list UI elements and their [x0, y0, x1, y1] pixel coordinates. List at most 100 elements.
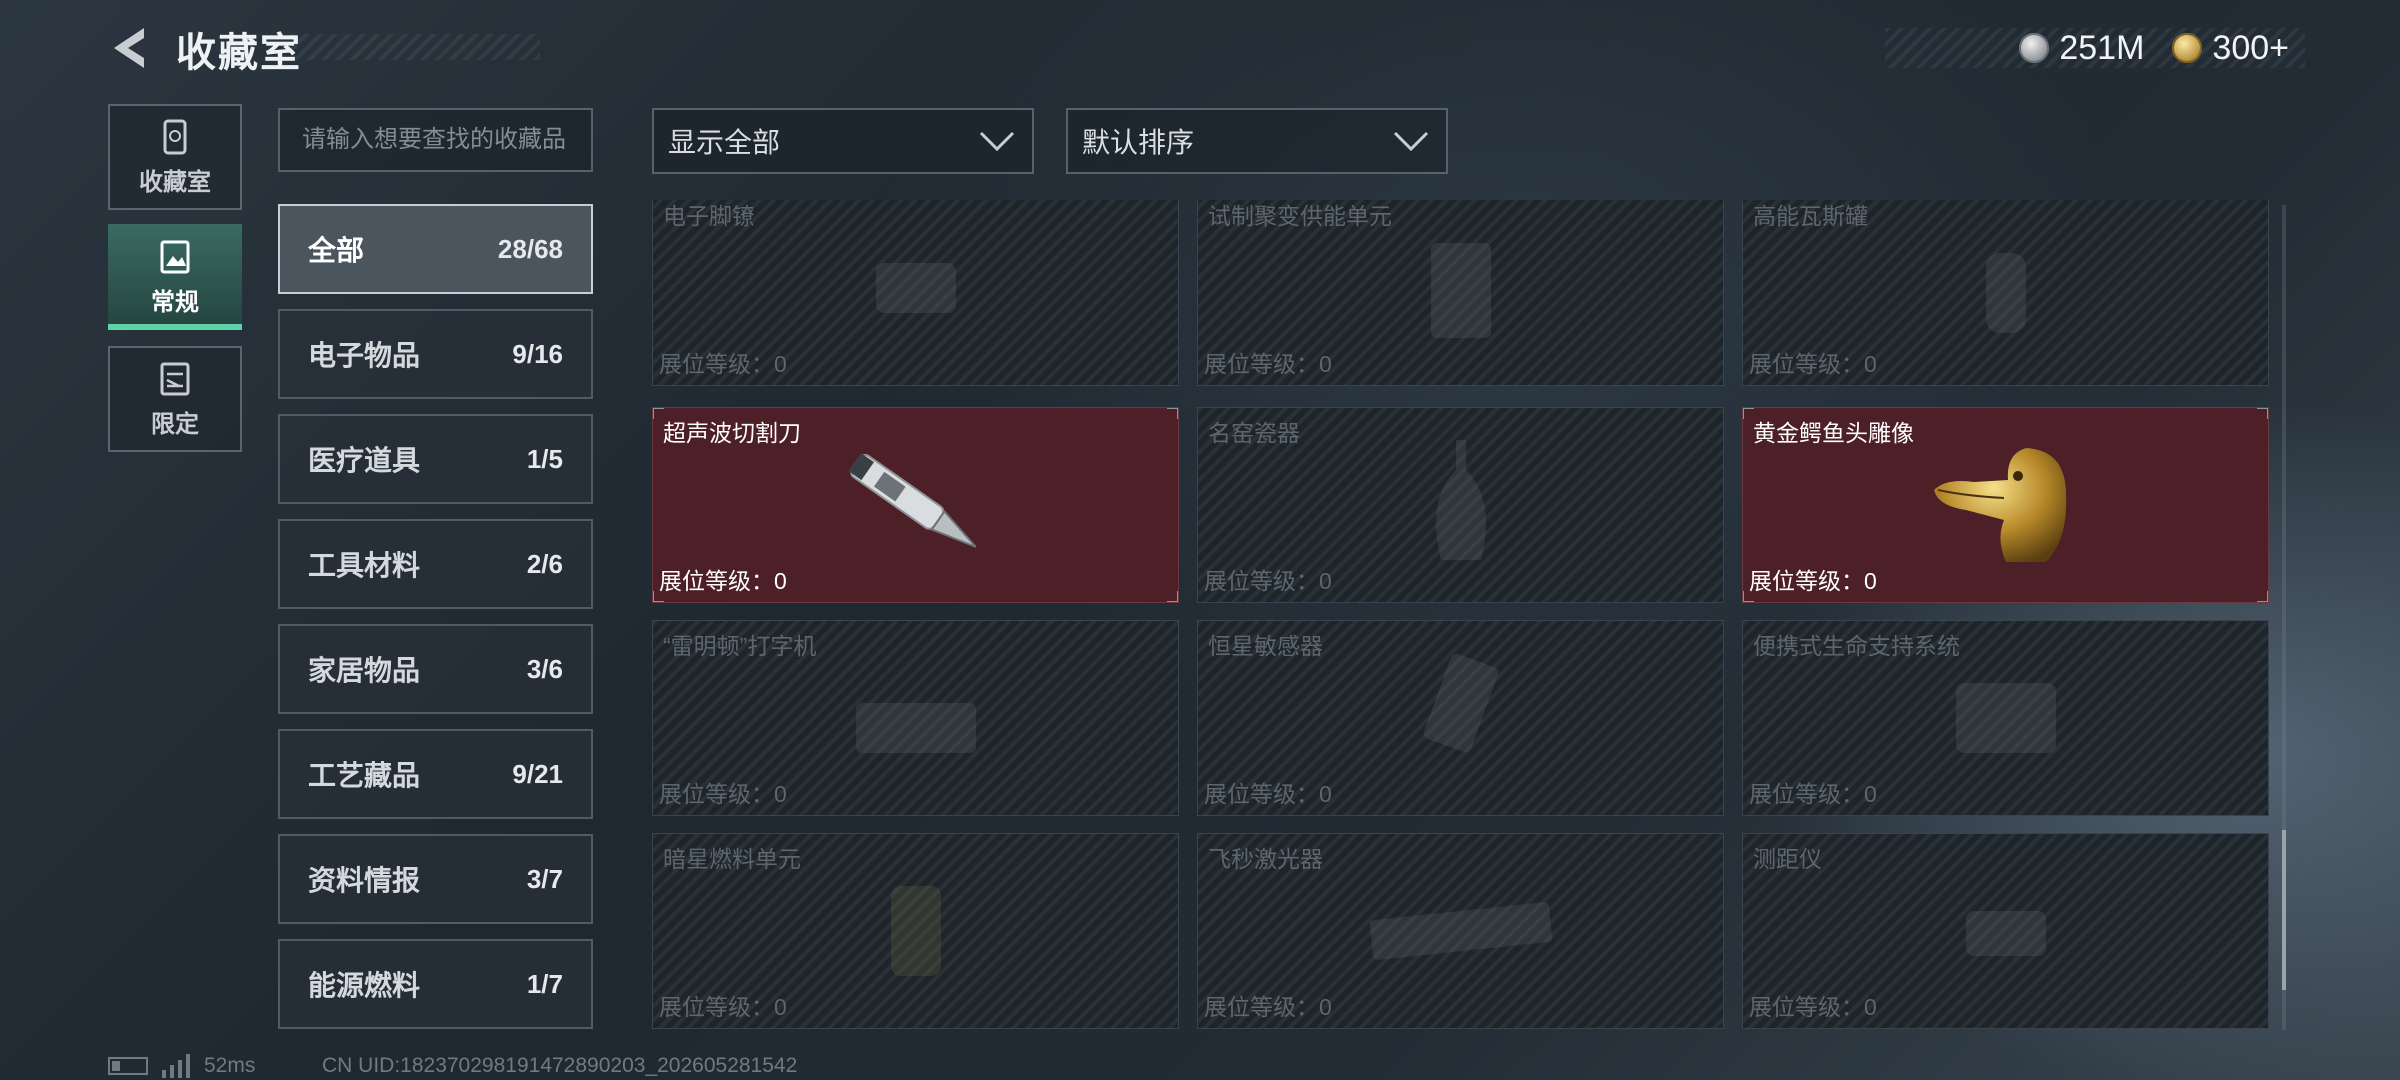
category-intel[interactable]: 资料情报 3/7	[278, 834, 593, 924]
electronic-shackle-icon	[875, 263, 956, 313]
category-electronics[interactable]: 电子物品 9/16	[278, 309, 593, 399]
gold-currency-value: 300+	[2212, 28, 2289, 67]
category-count: 28/68	[497, 233, 563, 264]
fusion-power-unit-icon	[1430, 243, 1491, 338]
porcelain-vase-icon	[1435, 440, 1486, 560]
typewriter-icon	[855, 703, 976, 753]
item-name: 便携式生命支持系统	[1753, 633, 1960, 659]
battery-icon	[108, 1057, 148, 1075]
sort-dropdown[interactable]: 默认排序	[1066, 108, 1448, 174]
ping-value: 52ms	[204, 1054, 256, 1077]
category-name: 全部	[308, 235, 365, 266]
item-level: 展位等级：0	[659, 994, 787, 1020]
category-count: 1/5	[526, 443, 563, 474]
item-level: 展位等级：0	[1749, 351, 1877, 377]
nav-label: 收藏室	[139, 168, 211, 196]
show-filter-value: 显示全部	[668, 127, 781, 158]
category-name: 电子物品	[308, 340, 421, 371]
chevron-down-icon	[1393, 131, 1429, 152]
scrollbar-thumb[interactable]	[2282, 830, 2286, 990]
category-name: 工具材料	[308, 550, 421, 581]
item-level: 展位等级：0	[1749, 568, 1877, 594]
category-crafts[interactable]: 工艺藏品 9/21	[278, 729, 593, 819]
item-name: 电子脚镣	[663, 203, 755, 229]
collectible-card-owned[interactable]: 黄金鳄鱼头雕像 展位等级：0	[1742, 407, 2269, 603]
collectible-card[interactable]: 高能瓦斯罐 展位等级：0	[1742, 200, 2269, 386]
item-name: 高能瓦斯罐	[1753, 203, 1868, 229]
user-uid: CN UID:18237029819147289020​3_2026052815…	[322, 1054, 798, 1077]
category-count: 2/6	[526, 548, 563, 579]
item-level: 展位等级：0	[1204, 781, 1332, 807]
item-name: 试制聚变供能单元	[1208, 203, 1392, 229]
nav-collection-room[interactable]: 收藏室	[108, 104, 242, 210]
page-title: 收藏室	[176, 31, 302, 75]
dark-star-fuel-cell-icon	[890, 886, 941, 976]
collectible-card-owned[interactable]: 超声波切割刀 展位等级：0	[652, 407, 1179, 603]
category-count: 9/21	[512, 758, 563, 789]
item-name: 超声波切割刀	[663, 420, 801, 446]
category-name: 工艺藏品	[308, 760, 421, 791]
item-name: 恒星敏感器	[1208, 633, 1323, 659]
item-name: 测距仪	[1753, 846, 1822, 872]
category-count: 3/6	[526, 653, 563, 684]
category-name: 能源燃料	[308, 970, 421, 1001]
collectible-card[interactable]: 暗星燃料单元 展位等级：0	[652, 833, 1179, 1029]
category-count: 3/7	[526, 863, 563, 894]
collection-grid[interactable]: 电子脚镣 展位等级：0 试制聚变供能单元 展位等级：0 高能瓦斯罐 展位等级：0…	[652, 200, 2270, 1034]
category-name: 资料情报	[308, 865, 421, 896]
sort-value: 默认排序	[1082, 127, 1195, 158]
item-name: 名窑瓷器	[1208, 420, 1300, 446]
collectible-card[interactable]: 名窑瓷器 展位等级：0	[1197, 407, 1724, 603]
item-level: 展位等级：0	[659, 781, 787, 807]
golden-crocodile-head-icon	[1933, 448, 2066, 562]
nav-regular[interactable]: 常规	[108, 224, 242, 330]
item-level: 展位等级：0	[659, 568, 787, 594]
show-filter-dropdown[interactable]: 显示全部	[652, 108, 1034, 174]
nav-limited[interactable]: 限定	[108, 346, 242, 452]
signal-icon	[162, 1054, 190, 1078]
femtosecond-laser-icon	[1369, 902, 1552, 960]
collectible-card[interactable]: 测距仪 展位等级：0	[1742, 833, 2269, 1029]
category-name: 医疗道具	[308, 445, 421, 476]
gas-canister-icon	[1985, 253, 2026, 333]
category-name: 家居物品	[308, 655, 421, 686]
category-energy[interactable]: 能源燃料 1/7	[278, 939, 593, 1029]
collection-room-icon	[163, 119, 187, 154]
collectible-card[interactable]: “雷明顿”打字机 展位等级：0	[652, 620, 1179, 816]
chevron-down-icon	[979, 131, 1015, 152]
ultrasonic-cutter-icon	[847, 452, 977, 548]
limited-icon	[160, 362, 190, 395]
search-input[interactable]	[278, 108, 593, 172]
status-footer: 52ms	[108, 1054, 255, 1078]
item-name: 暗星燃料单元	[663, 846, 801, 872]
item-level: 展位等级：0	[659, 351, 787, 377]
title-decoration	[290, 34, 540, 60]
item-level: 展位等级：0	[1749, 994, 1877, 1020]
rangefinder-icon	[1965, 911, 2046, 956]
nav-label: 限定	[151, 410, 199, 438]
collectible-card[interactable]: 电子脚镣 展位等级：0	[652, 200, 1179, 386]
item-level: 展位等级：0	[1204, 568, 1332, 594]
item-name: 飞秒激光器	[1208, 846, 1323, 872]
star-sensor-icon	[1423, 653, 1498, 753]
collectible-card[interactable]: 试制聚变供能单元 展位等级：0	[1197, 200, 1724, 386]
collectible-card[interactable]: 飞秒激光器 展位等级：0	[1197, 833, 1724, 1029]
category-count: 9/16	[512, 338, 563, 369]
regular-icon	[160, 240, 190, 273]
life-support-system-icon	[1955, 683, 2056, 753]
category-household[interactable]: 家居物品 3/6	[278, 624, 593, 714]
back-arrow-icon[interactable]	[104, 22, 150, 74]
item-name: “雷明顿”打字机	[663, 633, 817, 659]
collectible-card[interactable]: 便携式生命支持系统 展位等级：0	[1742, 620, 2269, 816]
category-all[interactable]: 全部 28/68	[278, 204, 593, 294]
category-count: 1/7	[526, 968, 563, 999]
collectible-card[interactable]: 恒星敏感器 展位等级：0	[1197, 620, 1724, 816]
gold-coin-icon	[2172, 33, 2203, 63]
currency-bar: 251M 300+	[1885, 28, 2305, 68]
silver-currency-value: 251M	[2059, 28, 2145, 67]
item-name: 黄金鳄鱼头雕像	[1753, 420, 1914, 446]
item-level: 展位等级：0	[1204, 351, 1332, 377]
category-medical[interactable]: 医疗道具 1/5	[278, 414, 593, 504]
item-level: 展位等级：0	[1204, 994, 1332, 1020]
category-tools[interactable]: 工具材料 2/6	[278, 519, 593, 609]
